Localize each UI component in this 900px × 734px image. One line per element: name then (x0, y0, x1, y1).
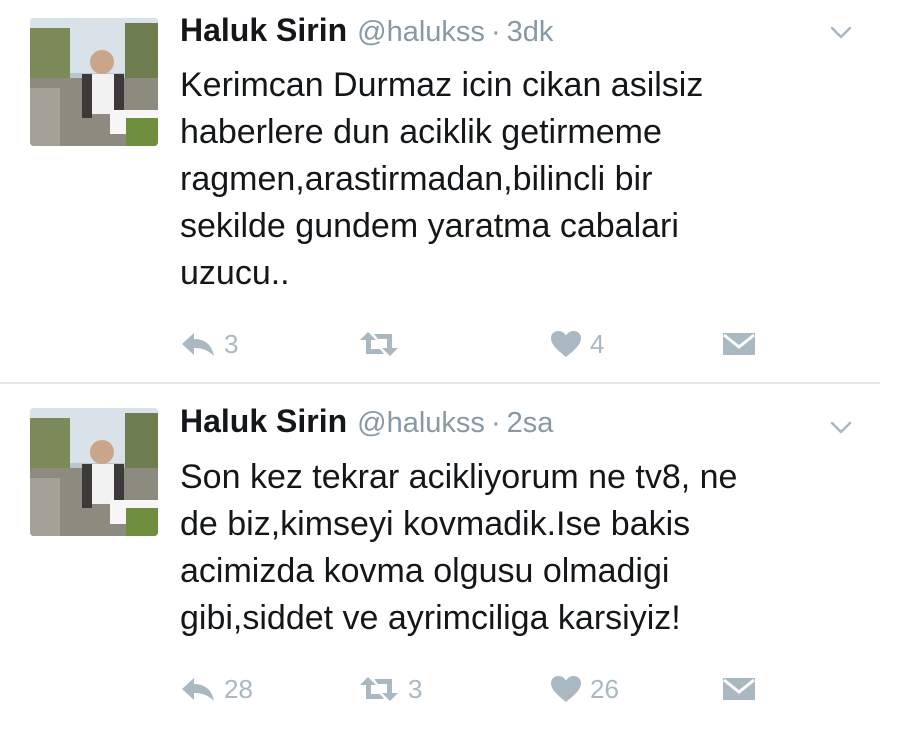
chevron-down-icon[interactable] (830, 421, 852, 435)
retweet-icon (360, 332, 398, 356)
author-name[interactable]: Haluk Sirin (180, 403, 347, 439)
retweet-count: 3 (408, 673, 423, 704)
tweet: Haluk Sirin @halukss · 2sa Son kez tekrar a… (0, 385, 880, 734)
author-handle[interactable]: @halukss (357, 16, 485, 48)
like-button[interactable]: 26 (550, 671, 619, 707)
separator: · (490, 407, 501, 439)
timestamp[interactable]: 3dk (507, 16, 554, 48)
tweet: Haluk Sirin @halukss · 3dk Kerimcan Durmaz … (0, 0, 880, 380)
retweet-button[interactable]: 3 (358, 671, 422, 707)
tweet-actions: 28 3 26 (180, 671, 780, 707)
tweet-divider (0, 382, 880, 384)
retweet-button[interactable] (358, 326, 408, 362)
tweet-text: Kerimcan Durmaz icin cikan asilsiz haber… (180, 66, 704, 292)
author-handle[interactable]: @halukss (357, 407, 485, 439)
message-icon (723, 678, 755, 700)
retweet-icon (360, 677, 398, 701)
like-count: 4 (590, 328, 605, 359)
tweet-text: Son kez tekrar acikliyorum ne tv8, ne de… (180, 458, 738, 637)
separator: · (490, 16, 501, 48)
page-edge (880, 0, 900, 734)
message-icon (723, 333, 755, 355)
direct-message-button[interactable] (722, 671, 756, 707)
tweet-actions: 3 4 (180, 326, 780, 362)
timestamp[interactable]: 2sa (507, 407, 554, 439)
tweet-header: Haluk Sirin @halukss · 2sa (180, 403, 553, 447)
avatar[interactable] (30, 18, 158, 146)
like-count: 26 (590, 673, 619, 704)
direct-message-button[interactable] (722, 326, 756, 362)
reply-count: 3 (224, 328, 239, 359)
reply-icon (182, 333, 214, 356)
author-name[interactable]: Haluk Sirin (180, 12, 347, 48)
chevron-down-icon[interactable] (830, 26, 852, 40)
like-button[interactable]: 4 (550, 326, 604, 362)
avatar-photo (30, 408, 158, 536)
reply-icon (182, 678, 214, 701)
avatar[interactable] (30, 408, 158, 536)
tweet-header: Haluk Sirin @halukss · 3dk (180, 12, 553, 56)
reply-button[interactable]: 3 (180, 326, 238, 362)
reply-button[interactable]: 28 (180, 671, 253, 707)
like-icon (551, 331, 581, 357)
avatar-photo (30, 18, 158, 146)
like-icon (551, 676, 581, 702)
reply-count: 28 (224, 673, 253, 704)
